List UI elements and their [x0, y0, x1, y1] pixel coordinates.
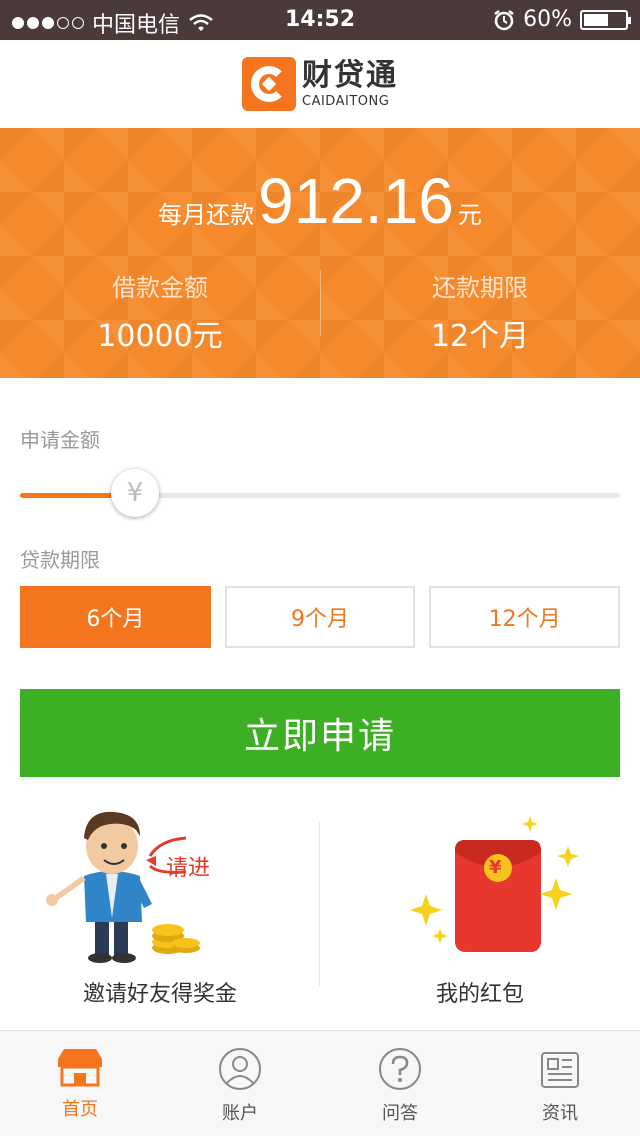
red-packet-icon [410, 816, 579, 952]
term-option-6[interactable]: 6个月 [20, 586, 211, 648]
loan-amount-label: 借款金额 [112, 274, 208, 302]
status-bar: 中国电信 14:52 60% [0, 0, 640, 40]
loan-amount-value: 10000元 [97, 319, 223, 354]
term-label: 贷款期限 [20, 548, 100, 572]
loan-amount: 借款金额 10000元 [0, 268, 320, 355]
repayment-summary-banner: 每月还款912.16 元 借款金额 10000元 还款期限 12个月 [0, 128, 640, 378]
yen-icon: ¥ [126, 478, 144, 508]
tab-home[interactable]: 首页 [0, 1031, 160, 1136]
monthly-repayment-label: 每月还款 [158, 201, 255, 229]
tab-qa[interactable]: 问答 [320, 1031, 480, 1136]
monthly-repayment-value: 912.16 [258, 165, 454, 237]
tab-account[interactable]: 账户 [160, 1031, 320, 1136]
tab-home-label: 首页 [62, 1099, 98, 1120]
amount-label: 申请金额 [20, 428, 100, 452]
tab-news[interactable]: 资讯 [480, 1031, 640, 1136]
red-packet-caption: 我的红包 [435, 982, 524, 1007]
monthly-repayment: 每月还款912.16 元 [0, 164, 640, 238]
term-options: 6个月 9个月 12个月 [20, 586, 621, 648]
tab-account-label: 账户 [222, 1103, 258, 1124]
amount-slider-thumb[interactable]: ¥ [111, 469, 159, 517]
user-icon [219, 1048, 261, 1090]
amount-slider-track[interactable] [20, 493, 620, 498]
tab-qa-label: 问答 [382, 1103, 418, 1124]
loan-term-value: 12个月 [430, 319, 530, 354]
bottom-tab-bar: 首页 账户 问答 资讯 [0, 1030, 640, 1136]
invite-bubble-text: 请进 [166, 856, 211, 881]
news-icon [541, 1052, 579, 1088]
red-packet-promo[interactable]: ¥ 我的红包 [320, 808, 640, 1028]
monthly-repayment-unit: 元 [457, 201, 482, 229]
invite-caption: 邀请好友得奖金 [82, 982, 237, 1007]
home-store-icon [58, 1049, 102, 1087]
battery-percent: 60% [523, 7, 572, 32]
logo-text: 财贷通 CAIDAITONG [302, 57, 398, 109]
logo-icon [242, 57, 296, 111]
loan-form: 申请金额 ¥ 贷款期限 6个月 9个月 12个月 立即申请 请进 邀请好友得奖金… [0, 378, 640, 1030]
term-option-12[interactable]: 12个月 [429, 586, 621, 648]
invite-friends-promo[interactable]: 请进 邀请好友得奖金 [0, 808, 320, 1028]
red-packet-yen: ¥ [489, 857, 502, 878]
term-option-9[interactable]: 9个月 [224, 586, 416, 648]
inviting-man-icon [46, 811, 200, 963]
question-icon [379, 1048, 421, 1090]
tab-news-label: 资讯 [542, 1103, 578, 1124]
logo-cn: 财贷通 [302, 57, 398, 93]
battery-icon [580, 9, 631, 30]
apply-now-button[interactable]: 立即申请 [20, 689, 620, 777]
loan-term-label: 还款期限 [432, 274, 528, 302]
loan-term: 还款期限 12个月 [320, 268, 640, 355]
app-header: 财贷通 CAIDAITONG [0, 40, 640, 128]
alarm-icon [494, 9, 514, 30]
logo-en: CAIDAITONG [302, 93, 390, 109]
